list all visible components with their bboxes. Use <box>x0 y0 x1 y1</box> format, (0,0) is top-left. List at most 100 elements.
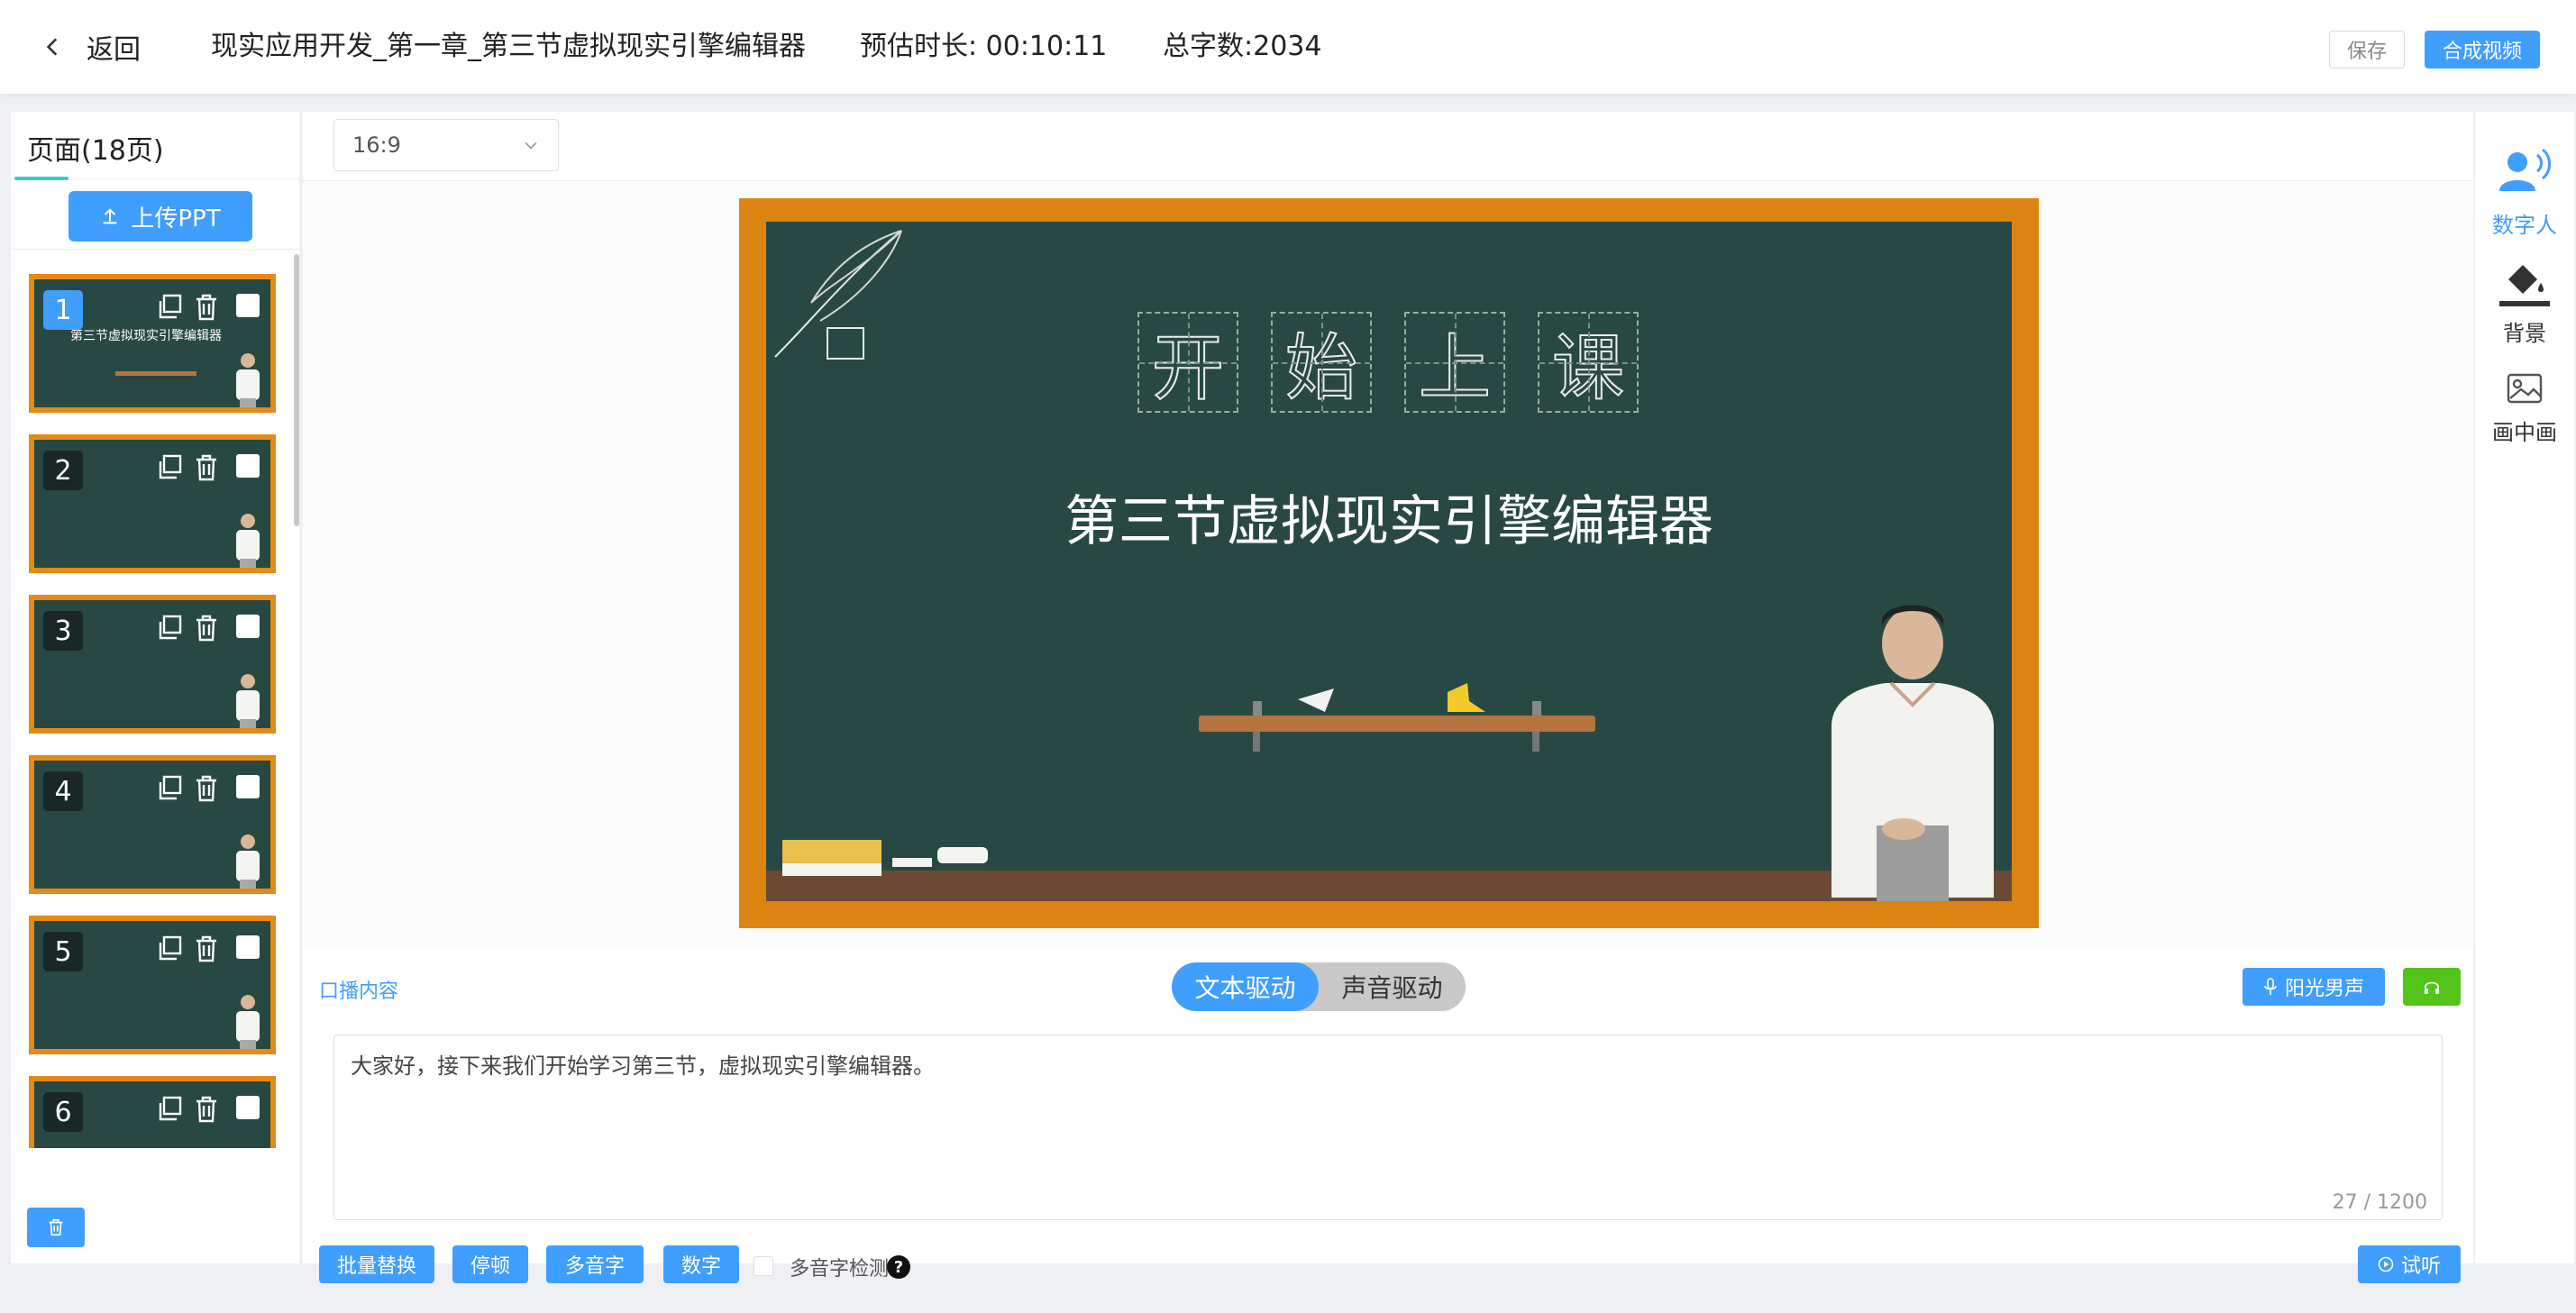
heading-char: 始 <box>1271 312 1372 413</box>
page-checkbox[interactable] <box>236 294 260 317</box>
picture-in-picture-tool[interactable]: 画中画 <box>2475 369 2574 446</box>
page-thumbnail[interactable]: 4 <box>29 755 276 894</box>
presenter-thumbnail <box>236 995 260 1049</box>
slide-subtitle: 第三节虚拟现实引擎编辑器 <box>1064 490 1713 553</box>
back-label: 返回 <box>87 34 141 66</box>
pip-label: 画中画 <box>2492 420 2557 445</box>
chalk-illustration <box>892 847 988 867</box>
page-thumbnail[interactable]: 第三节虚拟现实引擎编辑器 1 <box>29 274 276 413</box>
audio-drive-option[interactable]: 声音驱动 <box>1319 962 1466 1011</box>
right-tool-panel: 数字人 背景 画中画 <box>2475 112 2574 1263</box>
back-button[interactable]: 返回 <box>41 27 141 67</box>
polyphone-button[interactable]: 多音字 <box>546 1245 644 1283</box>
page-number-badge: 6 <box>43 1092 83 1132</box>
editor-main: 16:9 开 始 上 课 第三节虚拟现实引擎编辑器 口播内容 文本驱动 声音驱动… <box>303 112 2473 1283</box>
course-title: 现实应用开发_第一章_第三节虚拟现实引擎编辑器 <box>211 31 806 62</box>
heading-char: 课 <box>1538 312 1639 413</box>
tab-active-indicator <box>14 177 69 180</box>
pause-button[interactable]: 停顿 <box>452 1245 528 1283</box>
chevron-left-icon <box>46 38 58 56</box>
trial-label: 试听 <box>2400 1255 2441 1278</box>
page-checkbox[interactable] <box>236 775 260 798</box>
copy-icon[interactable] <box>155 452 186 483</box>
paint-bucket-icon <box>2499 265 2550 306</box>
aspect-ratio-select[interactable]: 16:9 <box>333 119 559 171</box>
compose-video-button[interactable]: 合成视频 <box>2425 31 2540 68</box>
quill-feather-icon <box>774 230 902 360</box>
digital-presenter <box>1832 605 1994 901</box>
heading-char: 开 <box>1137 312 1238 413</box>
trash-icon[interactable] <box>191 452 222 483</box>
preview-voice-button[interactable] <box>2403 968 2461 1006</box>
digital-human-tool[interactable]: 数字人 <box>2475 144 2574 239</box>
copy-icon[interactable] <box>155 773 186 804</box>
voice-select-button[interactable]: 阳光男声 <box>2243 968 2385 1006</box>
page-thumbnail[interactable]: 6 <box>29 1076 276 1148</box>
batch-replace-button[interactable]: 批量替换 <box>319 1245 434 1283</box>
chalkboard: 开 始 上 课 第三节虚拟现实引擎编辑器 <box>766 222 2012 901</box>
page-thumbnail-list[interactable]: 第三节虚拟现实引擎编辑器 1 2 3 4 5 6 <box>11 254 299 1148</box>
background-label: 背景 <box>2503 321 2546 346</box>
page-checkbox[interactable] <box>236 935 260 959</box>
delete-selected-button[interactable] <box>27 1208 85 1247</box>
copy-icon[interactable] <box>155 1094 186 1125</box>
upload-ppt-button[interactable]: 上传PPT <box>69 191 252 242</box>
page-thumbnail[interactable]: 5 <box>29 916 276 1054</box>
polyphone-check-checkbox[interactable] <box>754 1256 773 1276</box>
voice-label: 阳光男声 <box>2284 978 2364 1000</box>
page-checkbox[interactable] <box>236 1096 260 1119</box>
page-thumbnail[interactable]: 2 <box>29 434 276 573</box>
presenter-thumbnail <box>236 674 260 728</box>
page-checkbox[interactable] <box>236 454 260 478</box>
thumbnail-title: 第三节虚拟现实引擎编辑器 <box>70 329 222 343</box>
upload-icon <box>104 208 117 224</box>
trash-icon[interactable] <box>191 613 222 643</box>
background-tool[interactable]: 背景 <box>2475 252 2574 347</box>
microphone-icon <box>2264 978 2277 995</box>
slide-preview[interactable]: 开 始 上 课 第三节虚拟现实引擎编辑器 <box>739 198 2039 928</box>
person-speaking-icon <box>2499 148 2551 191</box>
presenter-thumbnail <box>236 514 260 568</box>
top-header: 返回 现实应用开发_第一章_第三节虚拟现实引擎编辑器 预估时长: 00:10:1… <box>0 0 2576 94</box>
list-divider <box>11 249 299 250</box>
tab-pages[interactable]: 页面(18页) <box>27 128 164 168</box>
trash-icon[interactable] <box>191 934 222 964</box>
slide-heading-grid: 开 始 上 课 <box>1137 312 1639 413</box>
aspect-ratio-value: 16:9 <box>352 132 401 158</box>
drive-mode-toggle[interactable]: 文本驱动 声音驱动 <box>1172 962 1466 1011</box>
word-count: 总字数:2034 <box>1163 31 1322 62</box>
number-button[interactable]: 数字 <box>663 1245 739 1283</box>
chalk-box-illustration <box>782 840 882 876</box>
copy-icon[interactable] <box>155 934 186 964</box>
page-number-badge: 5 <box>43 932 83 971</box>
digital-human-label: 数字人 <box>2492 213 2557 238</box>
page-number-badge: 3 <box>43 611 83 651</box>
trash-icon[interactable] <box>191 773 222 804</box>
image-icon <box>2507 373 2543 404</box>
shelf-illustration <box>1199 683 1595 752</box>
script-textarea[interactable]: 大家好，接下来我们开始学习第三节，虚拟现实引擎编辑器。 27 / 1200 <box>333 1035 2443 1220</box>
thumbnail-scrollbar[interactable] <box>294 254 299 526</box>
chevron-down-icon <box>525 141 537 150</box>
trash-icon[interactable] <box>191 1094 222 1125</box>
page-thumbnail[interactable]: 3 <box>29 595 276 734</box>
save-button[interactable]: 保存 <box>2329 31 2405 68</box>
estimated-duration: 预估时长: 00:10:11 <box>860 31 1108 62</box>
pages-panel: 页面(18页) 上传PPT 第三节虚拟现实引擎编辑器 1 2 3 4 5 6 <box>11 112 299 1263</box>
headphones-icon <box>2425 981 2439 994</box>
help-icon[interactable]: ? <box>887 1255 910 1279</box>
presenter-thumbnail <box>236 353 260 407</box>
text-drive-option[interactable]: 文本驱动 <box>1172 962 1319 1011</box>
page-number-badge: 4 <box>43 771 83 811</box>
trial-listen-button[interactable]: 试听 <box>2358 1245 2461 1283</box>
page-checkbox[interactable] <box>236 615 260 638</box>
trash-icon[interactable] <box>191 292 222 323</box>
script-content: 大家好，接下来我们开始学习第三节，虚拟现实引擎编辑器。 <box>351 1053 935 1079</box>
script-label: 口播内容 <box>319 980 399 1003</box>
page-number-badge: 2 <box>43 451 83 490</box>
copy-icon[interactable] <box>155 613 186 643</box>
upload-label: 上传PPT <box>131 205 221 233</box>
copy-icon[interactable] <box>155 292 186 323</box>
play-circle-icon <box>2378 1256 2394 1272</box>
char-counter: 27 / 1200 <box>2332 1191 2427 1214</box>
